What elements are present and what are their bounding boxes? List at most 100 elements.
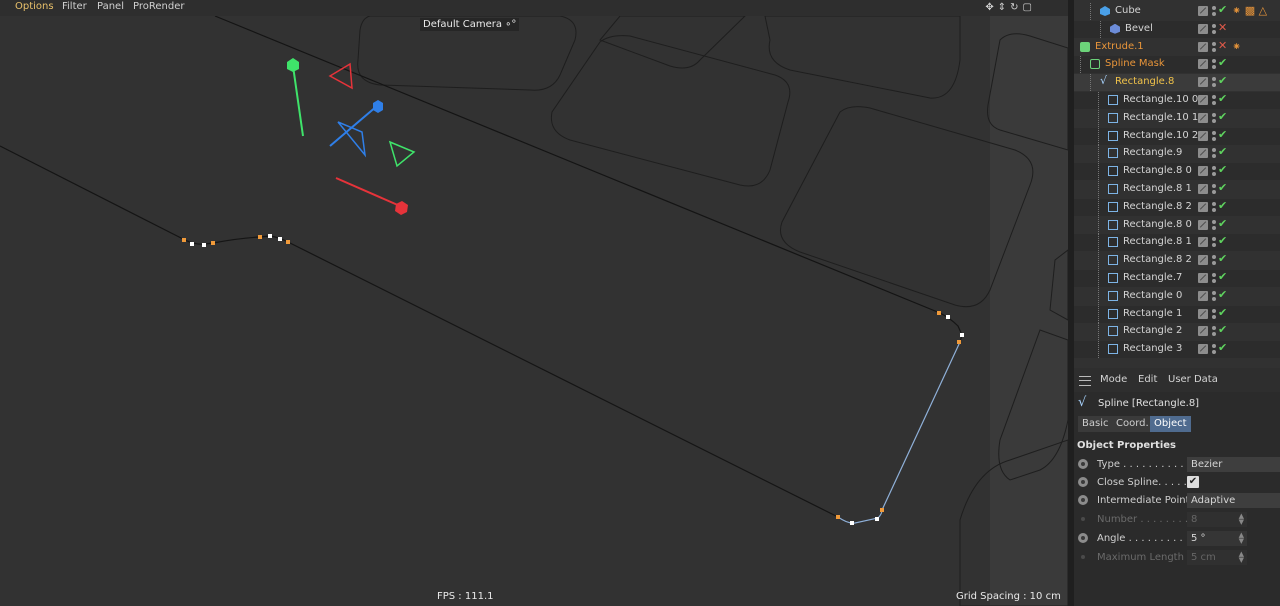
tab-coord[interactable]: Coord. [1112, 416, 1153, 432]
spline-point[interactable] [960, 333, 964, 337]
editor-toggle-icon[interactable] [1198, 59, 1208, 70]
enabled-check-icon[interactable]: ✔ [1218, 288, 1227, 301]
enabled-check-icon[interactable]: ✔ [1218, 145, 1227, 158]
object-manager[interactable]: Cube ✔ ⁕ ▩ △ Bevel ✕ Extrude.1 ✕ ⁕ Spline Mask ✔ √… [1074, 0, 1280, 368]
visibility-dots-icon[interactable] [1212, 41, 1216, 53]
object-row[interactable]: Rectangle.7 ✔ [1074, 270, 1280, 287]
object-name[interactable]: Spline Mask [1105, 58, 1165, 69]
hamburger-menu-icon[interactable] [1079, 376, 1091, 386]
object-name[interactable]: Rectangle.8 1 [1123, 183, 1192, 194]
visibility-dots-icon[interactable] [1212, 58, 1216, 70]
object-name[interactable]: Rectangle.8 2 [1123, 254, 1192, 265]
object-name[interactable]: Extrude.1 [1095, 41, 1144, 52]
menu-filter[interactable]: Filter [62, 1, 87, 12]
editor-toggle-icon[interactable] [1198, 237, 1208, 248]
object-name[interactable]: Rectangle.10 1 [1123, 112, 1198, 123]
spline-point[interactable] [278, 237, 282, 241]
visibility-dots-icon[interactable] [1212, 94, 1216, 106]
enabled-check-icon[interactable]: ✔ [1218, 181, 1227, 194]
move-view-icon[interactable]: ✥ [985, 2, 997, 13]
maximize-view-icon[interactable]: ▢ [1023, 2, 1036, 13]
object-row[interactable]: Rectangle.8 1 ✔ [1074, 181, 1280, 198]
object-name[interactable]: Rectangle.8 1 [1123, 236, 1192, 247]
editor-toggle-icon[interactable] [1198, 184, 1208, 194]
visibility-dots-icon[interactable] [1212, 130, 1216, 142]
visibility-dots-icon[interactable] [1212, 272, 1216, 284]
disabled-x-icon[interactable]: ✕ [1218, 39, 1227, 52]
object-row[interactable]: Rectangle.8 1 ✔ [1074, 234, 1280, 252]
type-dropdown[interactable]: Bezier [1187, 457, 1280, 472]
editor-toggle-icon[interactable] [1198, 148, 1208, 159]
disabled-x-icon[interactable]: ✕ [1218, 21, 1227, 34]
editor-toggle-icon[interactable] [1198, 201, 1208, 212]
visibility-dots-icon[interactable] [1212, 112, 1216, 124]
object-row[interactable]: Cube ✔ ⁕ ▩ △ [1074, 3, 1280, 20]
angle-field[interactable]: 5 ° ▲ ▼ [1187, 531, 1247, 546]
editor-toggle-icon[interactable] [1198, 95, 1208, 105]
enabled-check-icon[interactable]: ✔ [1218, 341, 1227, 354]
pan-view-icon[interactable]: ⇕ [998, 2, 1010, 13]
spline-point[interactable] [937, 311, 941, 315]
object-row[interactable]: Rectangle.8 0 ✔ [1074, 163, 1280, 181]
visibility-dots-icon[interactable] [1212, 23, 1216, 35]
object-row[interactable]: Rectangle.9 ✔ [1074, 145, 1280, 163]
intermediate-points-dropdown[interactable]: Adaptive [1187, 493, 1280, 508]
animate-radio-icon[interactable] [1078, 495, 1088, 505]
editor-toggle-icon[interactable] [1198, 41, 1208, 52]
menu-options[interactable]: Options [15, 1, 54, 12]
editor-toggle-icon[interactable] [1198, 219, 1208, 230]
object-name[interactable]: Rectangle.10 0 [1123, 94, 1198, 105]
editor-toggle-icon[interactable] [1198, 112, 1208, 123]
object-name[interactable]: Rectangle.8 2 [1123, 201, 1192, 212]
object-name[interactable]: Rectangle 1 [1123, 308, 1182, 319]
enabled-check-icon[interactable]: ✔ [1218, 110, 1227, 123]
enabled-check-icon[interactable]: ✔ [1218, 56, 1227, 69]
spline-point[interactable] [211, 241, 215, 245]
enabled-check-icon[interactable]: ✔ [1218, 128, 1227, 141]
editor-toggle-icon[interactable] [1198, 77, 1208, 88]
object-row[interactable]: Rectangle.10 0 ✔ [1074, 92, 1280, 109]
enabled-check-icon[interactable]: ✔ [1218, 199, 1227, 212]
object-name[interactable]: Rectangle.7 [1123, 272, 1182, 283]
object-row[interactable]: Rectangle.8 0 ✔ [1074, 216, 1280, 234]
enabled-check-icon[interactable]: ✔ [1218, 252, 1227, 265]
menu-user-data[interactable]: User Data [1168, 374, 1218, 385]
spline-point[interactable] [190, 242, 194, 246]
visibility-dots-icon[interactable] [1212, 183, 1216, 195]
object-row[interactable]: Rectangle.8 2 ✔ [1074, 198, 1280, 216]
spline-point[interactable] [880, 508, 884, 512]
object-row[interactable]: Rectangle 0 ✔ [1074, 287, 1280, 305]
object-name[interactable]: Rectangle 0 [1123, 290, 1182, 301]
editor-toggle-icon[interactable] [1198, 6, 1208, 16]
object-name[interactable]: Cube [1115, 5, 1141, 16]
visibility-dots-icon[interactable] [1212, 201, 1216, 213]
enabled-check-icon[interactable]: ✔ [1218, 270, 1227, 283]
editor-toggle-icon[interactable] [1198, 308, 1208, 319]
editor-toggle-icon[interactable] [1198, 290, 1208, 301]
tab-basic[interactable]: Basic [1078, 416, 1113, 432]
spline-point[interactable] [957, 340, 961, 344]
enabled-check-icon[interactable]: ✔ [1218, 163, 1227, 176]
viewport-scene[interactable] [0, 0, 1068, 606]
editor-toggle-icon[interactable] [1198, 273, 1208, 283]
visibility-dots-icon[interactable] [1212, 165, 1216, 177]
editor-toggle-icon[interactable] [1198, 130, 1208, 141]
visibility-dots-icon[interactable] [1212, 325, 1216, 337]
object-name[interactable]: Rectangle.8 0 [1123, 219, 1192, 230]
object-row[interactable]: √ Rectangle.8 ✔ [1074, 74, 1280, 92]
object-row[interactable]: Bevel ✕ [1074, 20, 1280, 38]
object-row[interactable]: Rectangle.10 2 ✔ [1074, 127, 1280, 145]
object-row[interactable]: Rectangle.8 2 ✔ [1074, 252, 1280, 270]
rotate-view-icon[interactable]: ↻ [1010, 2, 1022, 13]
visibility-dots-icon[interactable] [1212, 76, 1216, 88]
visibility-dots-icon[interactable] [1212, 308, 1216, 320]
object-name[interactable]: Bevel [1125, 23, 1153, 34]
object-row[interactable]: Rectangle 2 ✔ [1074, 323, 1280, 341]
visibility-dots-icon[interactable] [1212, 5, 1216, 17]
spline-point[interactable] [258, 235, 262, 239]
enabled-check-icon[interactable]: ✔ [1218, 92, 1227, 105]
menu-prorender[interactable]: ProRender [133, 1, 184, 12]
object-name[interactable]: Rectangle.9 [1123, 147, 1182, 158]
spline-point[interactable] [875, 517, 879, 521]
editor-toggle-icon[interactable] [1198, 23, 1208, 34]
